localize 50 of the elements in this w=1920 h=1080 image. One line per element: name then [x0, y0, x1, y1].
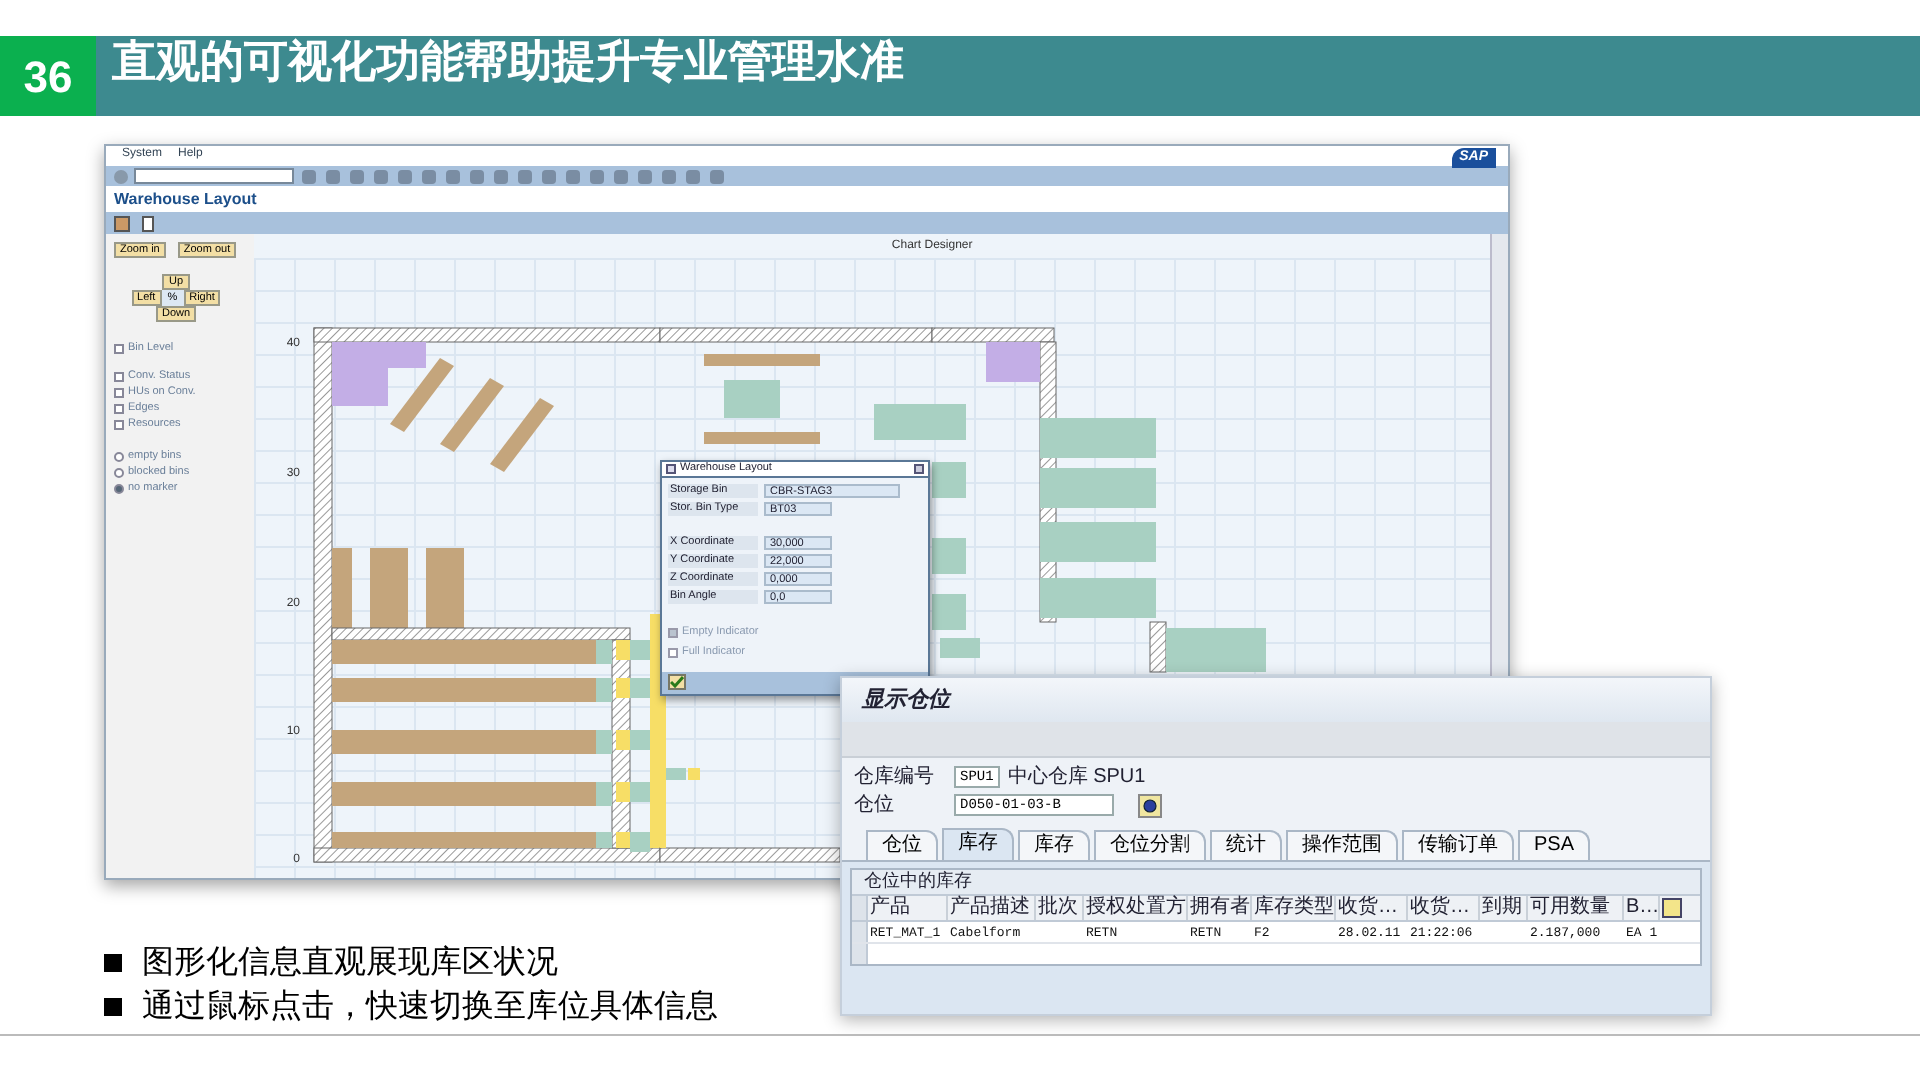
- checkbox[interactable]: [668, 627, 678, 638]
- column-header[interactable]: 收货…: [1408, 896, 1480, 920]
- layout-icon[interactable]: [114, 215, 130, 232]
- tab[interactable]: 库存: [1018, 830, 1090, 860]
- tab[interactable]: 统计: [1210, 830, 1282, 860]
- field-label: 仓库编号: [854, 765, 936, 789]
- column-header[interactable]: 收货…: [1336, 896, 1408, 920]
- confirm-button[interactable]: [668, 674, 686, 690]
- column-header[interactable]: 到期: [1480, 896, 1528, 920]
- search-button[interactable]: [1138, 793, 1162, 817]
- column-header[interactable]: 库存类型: [1252, 896, 1336, 920]
- column-header[interactable]: 可用数量: [1528, 896, 1624, 920]
- command-field[interactable]: [134, 168, 294, 185]
- field-label: 仓位: [854, 793, 896, 817]
- slide-number: 36: [0, 36, 96, 116]
- tab[interactable]: 操作范围: [1286, 830, 1398, 860]
- bullet-text: 图形化信息直观展现库区状况: [142, 943, 558, 984]
- tab[interactable]: 传输订单: [1402, 830, 1514, 860]
- tab[interactable]: 仓位分割: [1094, 830, 1206, 860]
- slide-title: 直观的可视化功能帮助提升专业管理水准: [112, 36, 904, 88]
- column-header[interactable]: 拥有者: [1188, 896, 1252, 920]
- tab[interactable]: 仓位: [866, 830, 938, 860]
- column-header[interactable]: 授权处置方: [1084, 896, 1188, 920]
- tab[interactable]: PSA: [1518, 830, 1591, 860]
- column-settings-icon[interactable]: [1662, 898, 1682, 918]
- tab[interactable]: 库存: [942, 828, 1014, 860]
- radio-button[interactable]: [114, 468, 124, 478]
- column-header[interactable]: B…: [1624, 896, 1660, 920]
- bullet-icon: [104, 998, 122, 1016]
- checkbox[interactable]: [114, 344, 124, 354]
- radio-button[interactable]: [114, 484, 124, 494]
- screen-title: Warehouse Layout: [106, 186, 1508, 213]
- screen-title: 显示仓位: [862, 683, 950, 716]
- checkbox[interactable]: [114, 388, 124, 398]
- column-header[interactable]: 批次: [1036, 896, 1084, 920]
- checkmark-icon: [670, 676, 684, 688]
- column-header[interactable]: 产品描述: [948, 896, 1036, 920]
- checkbox[interactable]: [114, 420, 124, 430]
- field-description: 中心仓库 SPU1: [1007, 765, 1146, 789]
- bullet-icon: [104, 954, 122, 972]
- table-title: 仓位中的库存: [864, 868, 972, 895]
- close-icon[interactable]: [914, 464, 924, 474]
- row-selector[interactable]: [852, 896, 868, 920]
- column-header[interactable]: 产品: [868, 896, 948, 920]
- bullet-text: 通过鼠标点击，快速切换至库位具体信息: [142, 987, 718, 1028]
- window-icon: [666, 464, 676, 474]
- checkbox[interactable]: [114, 372, 124, 382]
- radio-button[interactable]: [114, 452, 124, 462]
- checkbox[interactable]: [114, 404, 124, 414]
- checkbox[interactable]: [668, 647, 678, 658]
